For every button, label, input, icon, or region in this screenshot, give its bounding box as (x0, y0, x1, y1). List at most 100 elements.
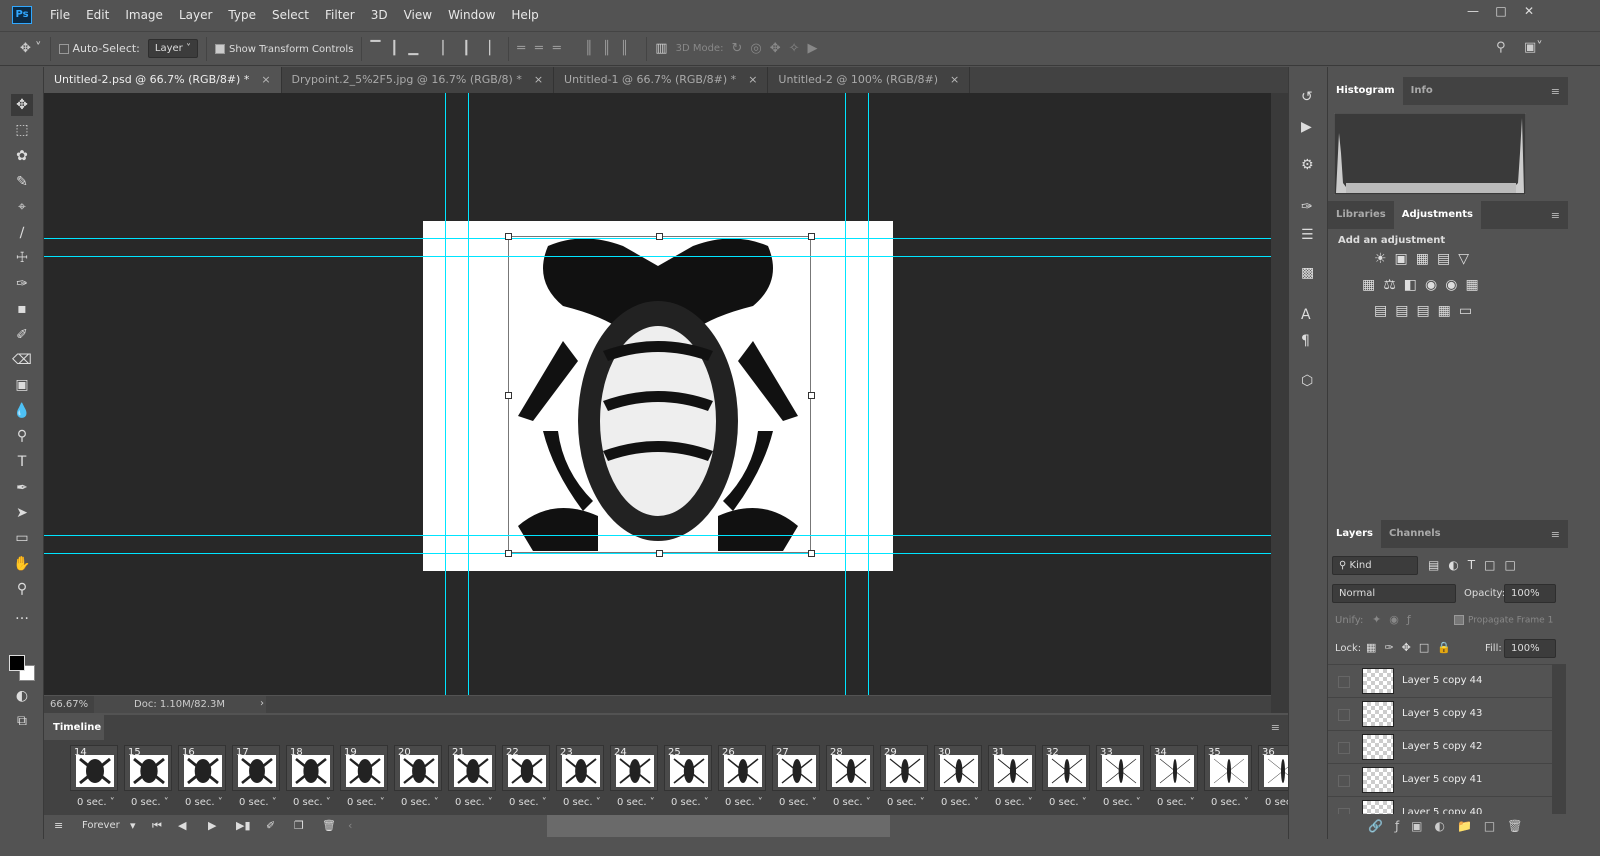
animation-frame[interactable]: 23 0 sec. ˅ (556, 745, 608, 815)
layer-row[interactable]: Layer 5 copy 41 (1328, 764, 1554, 797)
3d-icon[interactable]: ⬡ (1301, 373, 1313, 389)
opacity-field[interactable]: 100% (1504, 584, 1556, 603)
tab-histogram[interactable]: Histogram (1328, 77, 1403, 105)
frame-delay[interactable]: 0 sec. ˅ (185, 797, 223, 808)
layer-name[interactable]: Layer 5 copy 43 (1402, 708, 1482, 719)
fill-field[interactable]: 100% (1504, 639, 1556, 658)
loop-select[interactable]: Forever (82, 820, 120, 831)
pen-tool-icon[interactable]: ✒ (11, 477, 33, 499)
auto-align-icon[interactable]: ▥ (655, 41, 667, 56)
layer-name[interactable]: Layer 5 copy 44 (1402, 675, 1482, 686)
animation-frame[interactable]: 20 0 sec. ˅ (394, 745, 446, 815)
menu-file[interactable]: File (42, 8, 78, 22)
menu-help[interactable]: Help (503, 8, 546, 22)
menu-layer[interactable]: Layer (171, 8, 220, 22)
frame-delay[interactable]: 0 sec. ˅ (347, 797, 385, 808)
crop-tool-icon[interactable]: ⌖ (11, 196, 33, 218)
first-frame-icon[interactable]: ⏮ (152, 819, 162, 833)
actions-play-icon[interactable]: ▶ (1301, 119, 1312, 135)
animation-frame[interactable]: 22 0 sec. ˅ (502, 745, 554, 815)
layer-filter-icons[interactable]: ▤◐T□□ (1428, 558, 1525, 572)
adjustment-icons-row1[interactable]: ☀▣▦▤▽ (1374, 251, 1477, 267)
tab-untitled-2[interactable]: Untitled-2 @ 100% (RGB/8#) × (768, 67, 971, 93)
layer-row[interactable]: Layer 5 copy 43 (1328, 698, 1554, 731)
marquee-tool-icon[interactable]: ⬚ (11, 119, 33, 141)
frame-delay[interactable]: 0 sec. ˅ (455, 797, 493, 808)
duplicate-frame-icon[interactable]: ❐ (294, 819, 304, 832)
quick-mask-icon[interactable]: ◐ (11, 685, 33, 707)
chevron-right-icon[interactable]: › (260, 698, 264, 709)
foreground-color-swatch[interactable] (9, 655, 25, 671)
eyedropper-icon[interactable]: ∕ (11, 222, 33, 244)
animation-frame[interactable]: 21 0 sec. ˅ (448, 745, 500, 815)
search-icon[interactable]: ⚲ (1496, 40, 1506, 55)
frame-delay[interactable]: 0 sec. ˅ (77, 797, 115, 808)
menu-edit[interactable]: Edit (78, 8, 117, 22)
maximize-button[interactable]: □ (1488, 4, 1514, 22)
animation-frame[interactable]: 34 0 sec. ˅ (1150, 745, 1202, 815)
tween-icon[interactable]: ✐ (266, 819, 275, 832)
animation-frame[interactable]: 30 0 sec. ˅ (934, 745, 986, 815)
screen-mode-icon[interactable]: ⧉ (11, 710, 33, 732)
healing-brush-icon[interactable]: ☩ (11, 247, 33, 269)
frame-delay[interactable]: 0 sec. ˅ (1211, 797, 1249, 808)
tab-untitled-2-psd[interactable]: Untitled-2.psd @ 66.7% (RGB/8#) * × (44, 67, 282, 93)
transform-handle[interactable] (808, 233, 815, 240)
frame-delay[interactable]: 0 sec. ˅ (1157, 797, 1195, 808)
blend-mode-select[interactable]: Normal (1332, 584, 1456, 603)
animation-frame[interactable]: 35 0 sec. ˅ (1204, 745, 1256, 815)
move-tool-icon[interactable]: ✥ ˅ (20, 41, 42, 56)
move-tool-icon[interactable]: ✥ (11, 94, 33, 116)
animation-frame[interactable]: 27 0 sec. ˅ (772, 745, 824, 815)
zoom-level[interactable]: 66.67% (50, 699, 88, 710)
animation-frame[interactable]: 18 0 sec. ˅ (286, 745, 338, 815)
animation-frame[interactable]: 25 0 sec. ˅ (664, 745, 716, 815)
animation-frame[interactable]: 24 0 sec. ˅ (610, 745, 662, 815)
frame-delay[interactable]: 0 sec. ˅ (671, 797, 709, 808)
hand-tool-icon[interactable]: ✋ (11, 553, 33, 575)
frame-delay[interactable]: 0 sec. ˅ (131, 797, 169, 808)
align-icons[interactable]: ▔┃▁ ▏┃▕ (370, 41, 500, 56)
close-button[interactable]: ✕ (1516, 4, 1542, 22)
menu-filter[interactable]: Filter (317, 8, 363, 22)
tab-adjustments[interactable]: Adjustments (1393, 201, 1481, 229)
tab-libraries[interactable]: Libraries (1328, 201, 1394, 229)
layer-name[interactable]: Layer 5 copy 42 (1402, 741, 1482, 752)
next-frame-icon[interactable]: ▶▮ (236, 819, 251, 832)
animation-frame[interactable]: 26 0 sec. ˅ (718, 745, 770, 815)
layer-name[interactable]: Layer 5 copy 40 (1402, 807, 1482, 814)
animation-frame[interactable]: 33 0 sec. ˅ (1096, 745, 1148, 815)
delete-frame-icon[interactable]: 🗑 (322, 819, 336, 832)
frame-delay[interactable]: 0 sec. ˅ (617, 797, 655, 808)
panel-menu-icon[interactable]: ≡ (1551, 528, 1560, 541)
guide-horizontal[interactable] (44, 256, 1271, 257)
brush-settings-icon[interactable]: ✑ (1301, 199, 1313, 215)
character-icon[interactable]: A (1301, 307, 1311, 323)
unify-icons[interactable]: ✦◉ƒ (1372, 613, 1419, 626)
gradient-icon[interactable]: ▣ (11, 374, 33, 396)
canvas-area[interactable] (44, 93, 1271, 695)
frame-delay[interactable]: 0 sec ˅ (1265, 797, 1288, 808)
animation-frame[interactable]: 15 0 sec. ˅ (124, 745, 176, 815)
3d-mode-icons[interactable]: ↻◎✥✧▶ (731, 41, 825, 56)
frame-delay[interactable]: 0 sec. ˅ (779, 797, 817, 808)
frame-delay[interactable]: 0 sec. ˅ (1103, 797, 1141, 808)
clone-source-icon[interactable]: ▩ (1301, 265, 1314, 281)
chevron-down-icon[interactable]: ▾ (130, 819, 136, 832)
layer-row[interactable]: Layer 5 copy 44 (1328, 665, 1554, 698)
transform-handle[interactable] (505, 233, 512, 240)
stamp-tool-icon[interactable]: ▪ (11, 298, 33, 320)
vertical-scrollbar[interactable] (1271, 93, 1288, 713)
layer-select[interactable]: Layer ˅ (147, 39, 198, 58)
paragraph-icon[interactable]: ¶ (1301, 333, 1310, 349)
distribute-icons[interactable]: ═══ ║║║ (517, 41, 638, 56)
previous-frame-icon[interactable]: ◀ (178, 819, 186, 832)
tab-channels[interactable]: Channels (1381, 520, 1449, 548)
more-tools-icon[interactable]: … (11, 604, 33, 626)
minimize-button[interactable]: — (1460, 4, 1486, 22)
layer-filter-kind[interactable]: ⚲ Kind (1332, 556, 1418, 575)
frame-delay[interactable]: 0 sec. ˅ (509, 797, 547, 808)
brush-presets-icon[interactable]: ☰ (1301, 227, 1314, 243)
history-brush-icon[interactable]: ✐ (11, 324, 33, 346)
guide-horizontal[interactable] (44, 535, 1271, 536)
